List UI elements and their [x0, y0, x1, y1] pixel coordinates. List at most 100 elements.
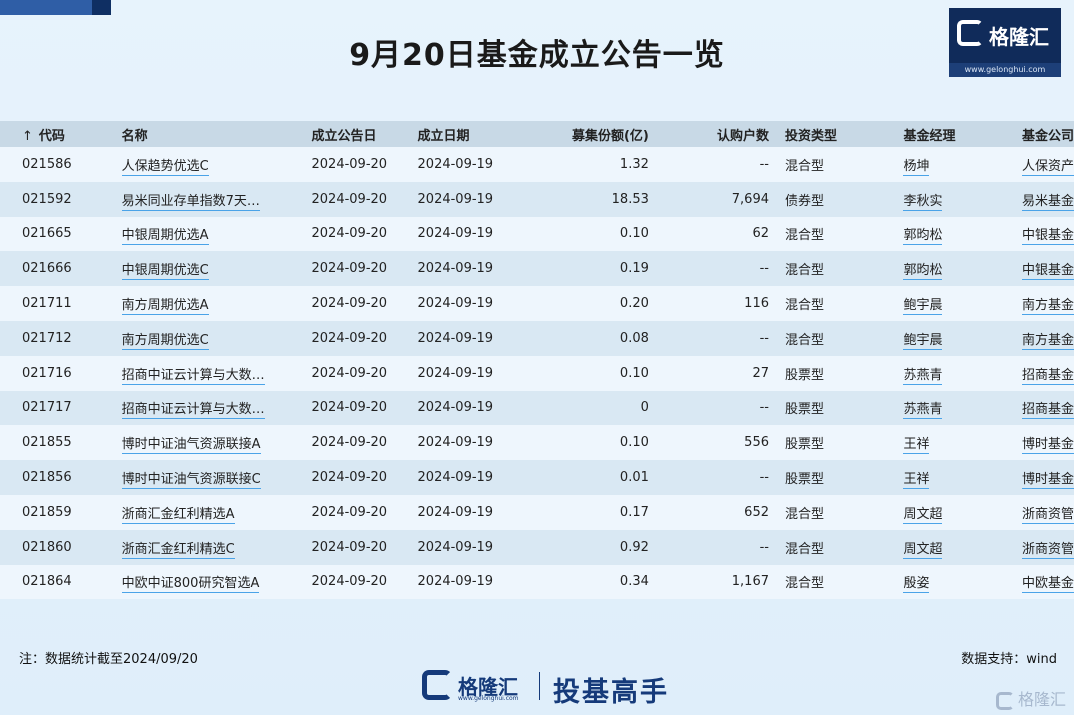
cell-company-link[interactable]: 招商基金 — [1021, 402, 1074, 420]
cell-manager[interactable]: 苏燕青 — [900, 355, 1019, 391]
cell-fund-name[interactable]: 南方周期优选C — [118, 320, 309, 356]
cell-manager-link[interactable]: 苏燕青 — [903, 402, 943, 420]
header-establish-date[interactable]: 成立日期 — [414, 121, 537, 147]
cell-manager-link[interactable]: 王祥 — [903, 472, 930, 490]
cell-company-link[interactable]: 南方基金 — [1021, 332, 1074, 350]
cell-manager[interactable]: 杨坤 — [900, 147, 1019, 182]
cell-company[interactable]: 南方基金 — [1018, 320, 1074, 356]
cell-manager-link[interactable]: 郭昀松 — [903, 263, 943, 281]
header-manager[interactable]: 基金经理 — [900, 121, 1019, 147]
cell-company-link[interactable]: 易米基金 — [1021, 193, 1074, 211]
cell-company[interactable]: 中银基金 — [1018, 251, 1074, 287]
cell-company-link[interactable]: 浙商资管 — [1021, 506, 1074, 524]
cell-manager-link[interactable]: 杨坤 — [903, 158, 930, 176]
cell-fund-name[interactable]: 博时中证油气资源联接A — [118, 425, 309, 461]
cell-announce-date: 2024-09-20 — [308, 494, 415, 530]
cell-manager[interactable]: 周文超 — [900, 494, 1019, 530]
cell-company-link[interactable]: 中欧基金 — [1021, 576, 1074, 594]
cell-manager-link[interactable]: 郭昀松 — [903, 228, 943, 246]
cell-manager-link[interactable]: 周文超 — [903, 506, 943, 524]
cell-fund-name-link[interactable]: 浙商汇金红利精选C — [121, 541, 235, 559]
cell-fund-name[interactable]: 博时中证油气资源联接C — [118, 460, 309, 495]
cell-company[interactable]: 易米基金 — [1018, 181, 1074, 217]
cell-fund-name-link[interactable]: 南方周期优选C — [121, 332, 209, 350]
header-name[interactable]: 名称 — [118, 121, 309, 147]
cell-company-link[interactable]: 中银基金 — [1021, 263, 1074, 281]
cell-company[interactable]: 招商基金 — [1018, 355, 1074, 391]
cell-company-link[interactable]: 博时基金 — [1021, 472, 1074, 490]
header-type[interactable]: 投资类型 — [769, 121, 901, 147]
cell-fund-name-link[interactable]: 南方周期优选A — [121, 298, 209, 316]
cell-company-link[interactable]: 博时基金 — [1021, 437, 1074, 455]
cell-fund-name[interactable]: 人保趋势优选C — [118, 147, 309, 182]
cell-manager-link[interactable]: 李秋实 — [903, 193, 943, 211]
cell-manager[interactable]: 殷姿 — [900, 564, 1019, 600]
fund-table: ↑ 代码 名称 成立公告日 成立日期 募集份额(亿) 认购户数 投资类型 基金经理… — [0, 121, 1074, 600]
cell-manager-link[interactable]: 王祥 — [903, 437, 930, 455]
cell-code: 021716 — [0, 355, 119, 391]
cell-manager[interactable]: 郭昀松 — [900, 251, 1019, 287]
cell-fund-name-link[interactable]: 中欧中证800研究智选A — [121, 576, 260, 594]
cell-fund-name[interactable]: 易米同业存单指数7天… — [118, 181, 309, 217]
cell-households: -- — [648, 320, 769, 356]
cell-company-link[interactable]: 南方基金 — [1021, 298, 1074, 316]
header-announce-date[interactable]: 成立公告日 — [308, 121, 415, 147]
cell-households: -- — [648, 460, 769, 495]
cell-manager[interactable]: 李秋实 — [900, 181, 1019, 217]
header-company[interactable]: 基金公司 — [1018, 121, 1074, 147]
cell-company[interactable]: 浙商资管 — [1018, 529, 1074, 565]
cell-company-link[interactable]: 浙商资管 — [1021, 541, 1074, 559]
cell-fund-name-link[interactable]: 博时中证油气资源联接A — [121, 437, 261, 455]
cell-manager-link[interactable]: 周文超 — [903, 541, 943, 559]
cell-fund-name-link[interactable]: 中银周期优选C — [121, 263, 209, 281]
cell-fund-name[interactable]: 中银周期优选C — [118, 251, 309, 287]
cell-company[interactable]: 博时基金 — [1018, 425, 1074, 461]
cell-type: 混合型 — [769, 251, 901, 287]
cell-manager-link[interactable]: 殷姿 — [903, 576, 930, 594]
cell-company[interactable]: 招商基金 — [1018, 390, 1074, 426]
cell-company[interactable]: 中欧基金 — [1018, 564, 1074, 600]
cell-fund-name-link[interactable]: 人保趋势优选C — [121, 158, 209, 176]
cell-company-link[interactable]: 人保资产 — [1021, 158, 1074, 176]
cell-code: 021665 — [0, 216, 119, 252]
cell-fund-name[interactable]: 招商中证云计算与大数… — [118, 355, 309, 391]
cell-manager[interactable]: 王祥 — [900, 425, 1019, 461]
header-shares[interactable]: 募集份额(亿) — [536, 121, 649, 147]
cell-company-link[interactable]: 中银基金 — [1021, 228, 1074, 246]
cell-households: 1,167 — [648, 564, 769, 600]
cell-company[interactable]: 博时基金 — [1018, 460, 1074, 495]
cell-fund-name[interactable]: 浙商汇金红利精选C — [118, 529, 309, 565]
header-code[interactable]: ↑ 代码 — [0, 121, 119, 147]
cell-fund-name[interactable]: 中银周期优选A — [118, 216, 309, 252]
cell-company[interactable]: 中银基金 — [1018, 216, 1074, 252]
table-row: 021855 博时中证油气资源联接A 2024-09-20 2024-09-19 0.1… — [0, 425, 1074, 461]
header-households[interactable]: 认购户数 — [648, 121, 769, 147]
cell-fund-name[interactable]: 招商中证云计算与大数… — [118, 390, 309, 426]
cell-fund-name[interactable]: 南方周期优选A — [118, 286, 309, 321]
cell-fund-name-link[interactable]: 招商中证云计算与大数… — [121, 402, 265, 420]
cell-manager[interactable]: 王祥 — [900, 460, 1019, 495]
cell-manager-link[interactable]: 鲍宇晨 — [903, 298, 943, 316]
cell-company[interactable]: 浙商资管 — [1018, 494, 1074, 530]
cell-company[interactable]: 人保资产 — [1018, 147, 1074, 182]
cell-fund-name-link[interactable]: 中银周期优选A — [121, 228, 209, 246]
cell-manager[interactable]: 苏燕青 — [900, 390, 1019, 426]
cell-announce-date: 2024-09-20 — [308, 147, 415, 182]
table-row: 021859 浙商汇金红利精选A 2024-09-20 2024-09-19 0.17 6… — [0, 494, 1074, 530]
cell-manager[interactable]: 郭昀松 — [900, 216, 1019, 252]
cell-manager[interactable]: 鲍宇晨 — [900, 286, 1019, 321]
cell-manager[interactable]: 周文超 — [900, 529, 1019, 565]
cell-code: 021859 — [0, 494, 119, 530]
cell-fund-name[interactable]: 浙商汇金红利精选A — [118, 494, 309, 530]
cell-fund-name[interactable]: 中欧中证800研究智选A — [118, 564, 309, 600]
sort-arrow-icon[interactable]: ↑ — [22, 129, 33, 144]
cell-fund-name-link[interactable]: 博时中证油气资源联接C — [121, 472, 261, 490]
cell-company[interactable]: 南方基金 — [1018, 286, 1074, 321]
cell-manager-link[interactable]: 鲍宇晨 — [903, 332, 943, 350]
cell-manager[interactable]: 鲍宇晨 — [900, 320, 1019, 356]
cell-fund-name-link[interactable]: 易米同业存单指数7天… — [121, 193, 260, 211]
cell-manager-link[interactable]: 苏燕青 — [903, 367, 943, 385]
cell-fund-name-link[interactable]: 招商中证云计算与大数… — [121, 367, 265, 385]
cell-company-link[interactable]: 招商基金 — [1021, 367, 1074, 385]
cell-fund-name-link[interactable]: 浙商汇金红利精选A — [121, 506, 235, 524]
